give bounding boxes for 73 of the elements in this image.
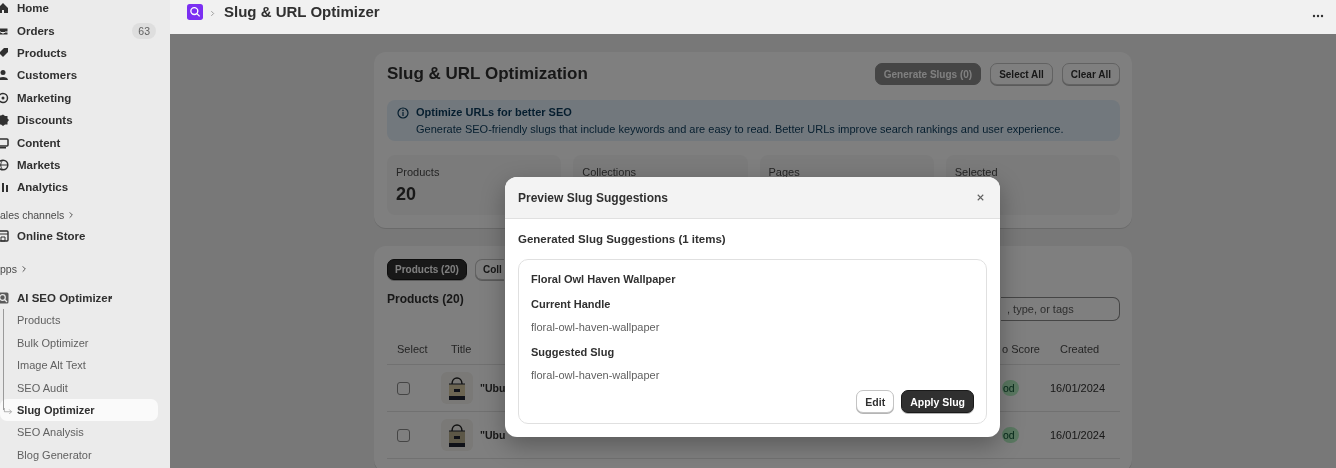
app-logo-icon xyxy=(187,4,203,20)
sidebar-item[interactable]: Discounts xyxy=(0,108,158,132)
sidebar-item[interactable]: Orders 63 xyxy=(0,19,158,42)
sidebar-item[interactable]: Products xyxy=(0,41,158,65)
modal-subtitle: Generated Slug Suggestions (1 items) xyxy=(518,233,727,245)
stat-label: Pages xyxy=(768,166,800,178)
home-icon xyxy=(0,2,9,15)
checkbox[interactable] xyxy=(397,381,410,395)
arrow-icon xyxy=(3,407,14,417)
stat-label: Products xyxy=(396,166,440,178)
product-title[interactable]: "Ubu xyxy=(480,429,506,441)
sidebar-subitem[interactable]: Bulk Optimizer xyxy=(0,331,158,355)
section-label[interactable]: pps xyxy=(0,262,17,275)
tab[interactable]: Coll xyxy=(474,259,504,280)
sidebar-item[interactable]: Content xyxy=(0,131,158,154)
sidebar-item[interactable]: Home xyxy=(0,0,158,20)
section-heading: Products (20) xyxy=(387,292,464,306)
score-badge: od xyxy=(1002,427,1019,443)
stat-label: Selected xyxy=(954,166,998,178)
sidebar-subitem[interactable]: Slug Optimizer xyxy=(0,398,158,422)
action-button[interactable]: Clear All xyxy=(1061,63,1120,85)
checkbox[interactable] xyxy=(397,428,410,442)
chevron-icon xyxy=(67,210,76,219)
edit-button[interactable]: Edit xyxy=(856,390,895,413)
globe-icon xyxy=(0,158,9,171)
table-cell-text: 16/01/2024 xyxy=(1050,429,1107,441)
section-label[interactable]: ales channels xyxy=(0,208,65,221)
banner-title: Optimize URLs for better SEO xyxy=(416,106,573,118)
stat-label: Collections xyxy=(582,166,637,178)
sidebar-subitem[interactable]: Image Alt Text xyxy=(0,354,158,377)
info-icon xyxy=(397,107,409,119)
sidebar-subitem[interactable]: SEO Analysis xyxy=(0,421,158,444)
stat-value: 20 xyxy=(396,184,417,205)
monitor-icon xyxy=(0,136,9,149)
product-name: Floral Owl Haven Wallpaper xyxy=(531,272,677,286)
chevron-icon xyxy=(19,264,28,273)
field-value: floral-owl-haven-wallpaper xyxy=(531,368,661,382)
chevron-icon xyxy=(209,10,216,17)
sidebar-item[interactable]: Marketing xyxy=(0,86,158,109)
sidebar-subitem[interactable]: SEO Audit xyxy=(0,376,158,399)
tab[interactable]: Products (20) xyxy=(387,259,467,280)
tag-icon xyxy=(0,46,9,59)
product-title[interactable]: "Ubu xyxy=(480,382,506,394)
sidebar-item[interactable]: Analytics xyxy=(0,176,158,199)
apply-button[interactable]: Apply Slug xyxy=(901,390,974,413)
close-icon[interactable] xyxy=(975,192,986,203)
banner-text: Generate SEO-friendly slugs that include keywords and are easy to read. Better URLs improve search rankings and user experience. xyxy=(416,123,1064,135)
field-value: floral-owl-haven-wallpaper xyxy=(531,320,661,334)
badge-icon xyxy=(0,114,9,127)
sidebar-subitem[interactable]: Products xyxy=(0,309,158,332)
column-header: o Score xyxy=(1002,343,1040,355)
column-header: Title xyxy=(450,343,472,355)
modal-title: Preview Slug Suggestions xyxy=(518,190,669,205)
person-icon xyxy=(0,69,9,82)
action-button[interactable]: Select All xyxy=(990,63,1053,85)
count-badge: 63 xyxy=(132,22,156,39)
target-icon xyxy=(0,91,9,104)
field-label: Suggested Slug xyxy=(531,345,616,359)
field-label: Current Handle xyxy=(531,297,612,311)
sidebar-subitem[interactable]: Blog Generator xyxy=(0,443,158,467)
table-cell-text: 16/01/2024 xyxy=(1050,382,1107,394)
sidebar-item[interactable]: AI SEO Optimizer xyxy=(0,286,158,310)
sidebar-item[interactable]: Online Store xyxy=(0,224,158,247)
column-header: Select xyxy=(396,343,428,355)
bar-chart-icon xyxy=(0,181,9,194)
page-title: Slug & URL Optimizer xyxy=(224,4,380,20)
search-field[interactable]: , type, or tags xyxy=(1001,297,1120,321)
card-title: Slug & URL Optimization xyxy=(387,64,588,84)
sidebar-item[interactable]: Markets xyxy=(0,153,158,177)
column-header: Created xyxy=(1059,343,1100,355)
sidebar-item[interactable]: Customers xyxy=(0,64,158,87)
score-badge: od xyxy=(1002,380,1019,396)
store-icon xyxy=(0,229,9,242)
